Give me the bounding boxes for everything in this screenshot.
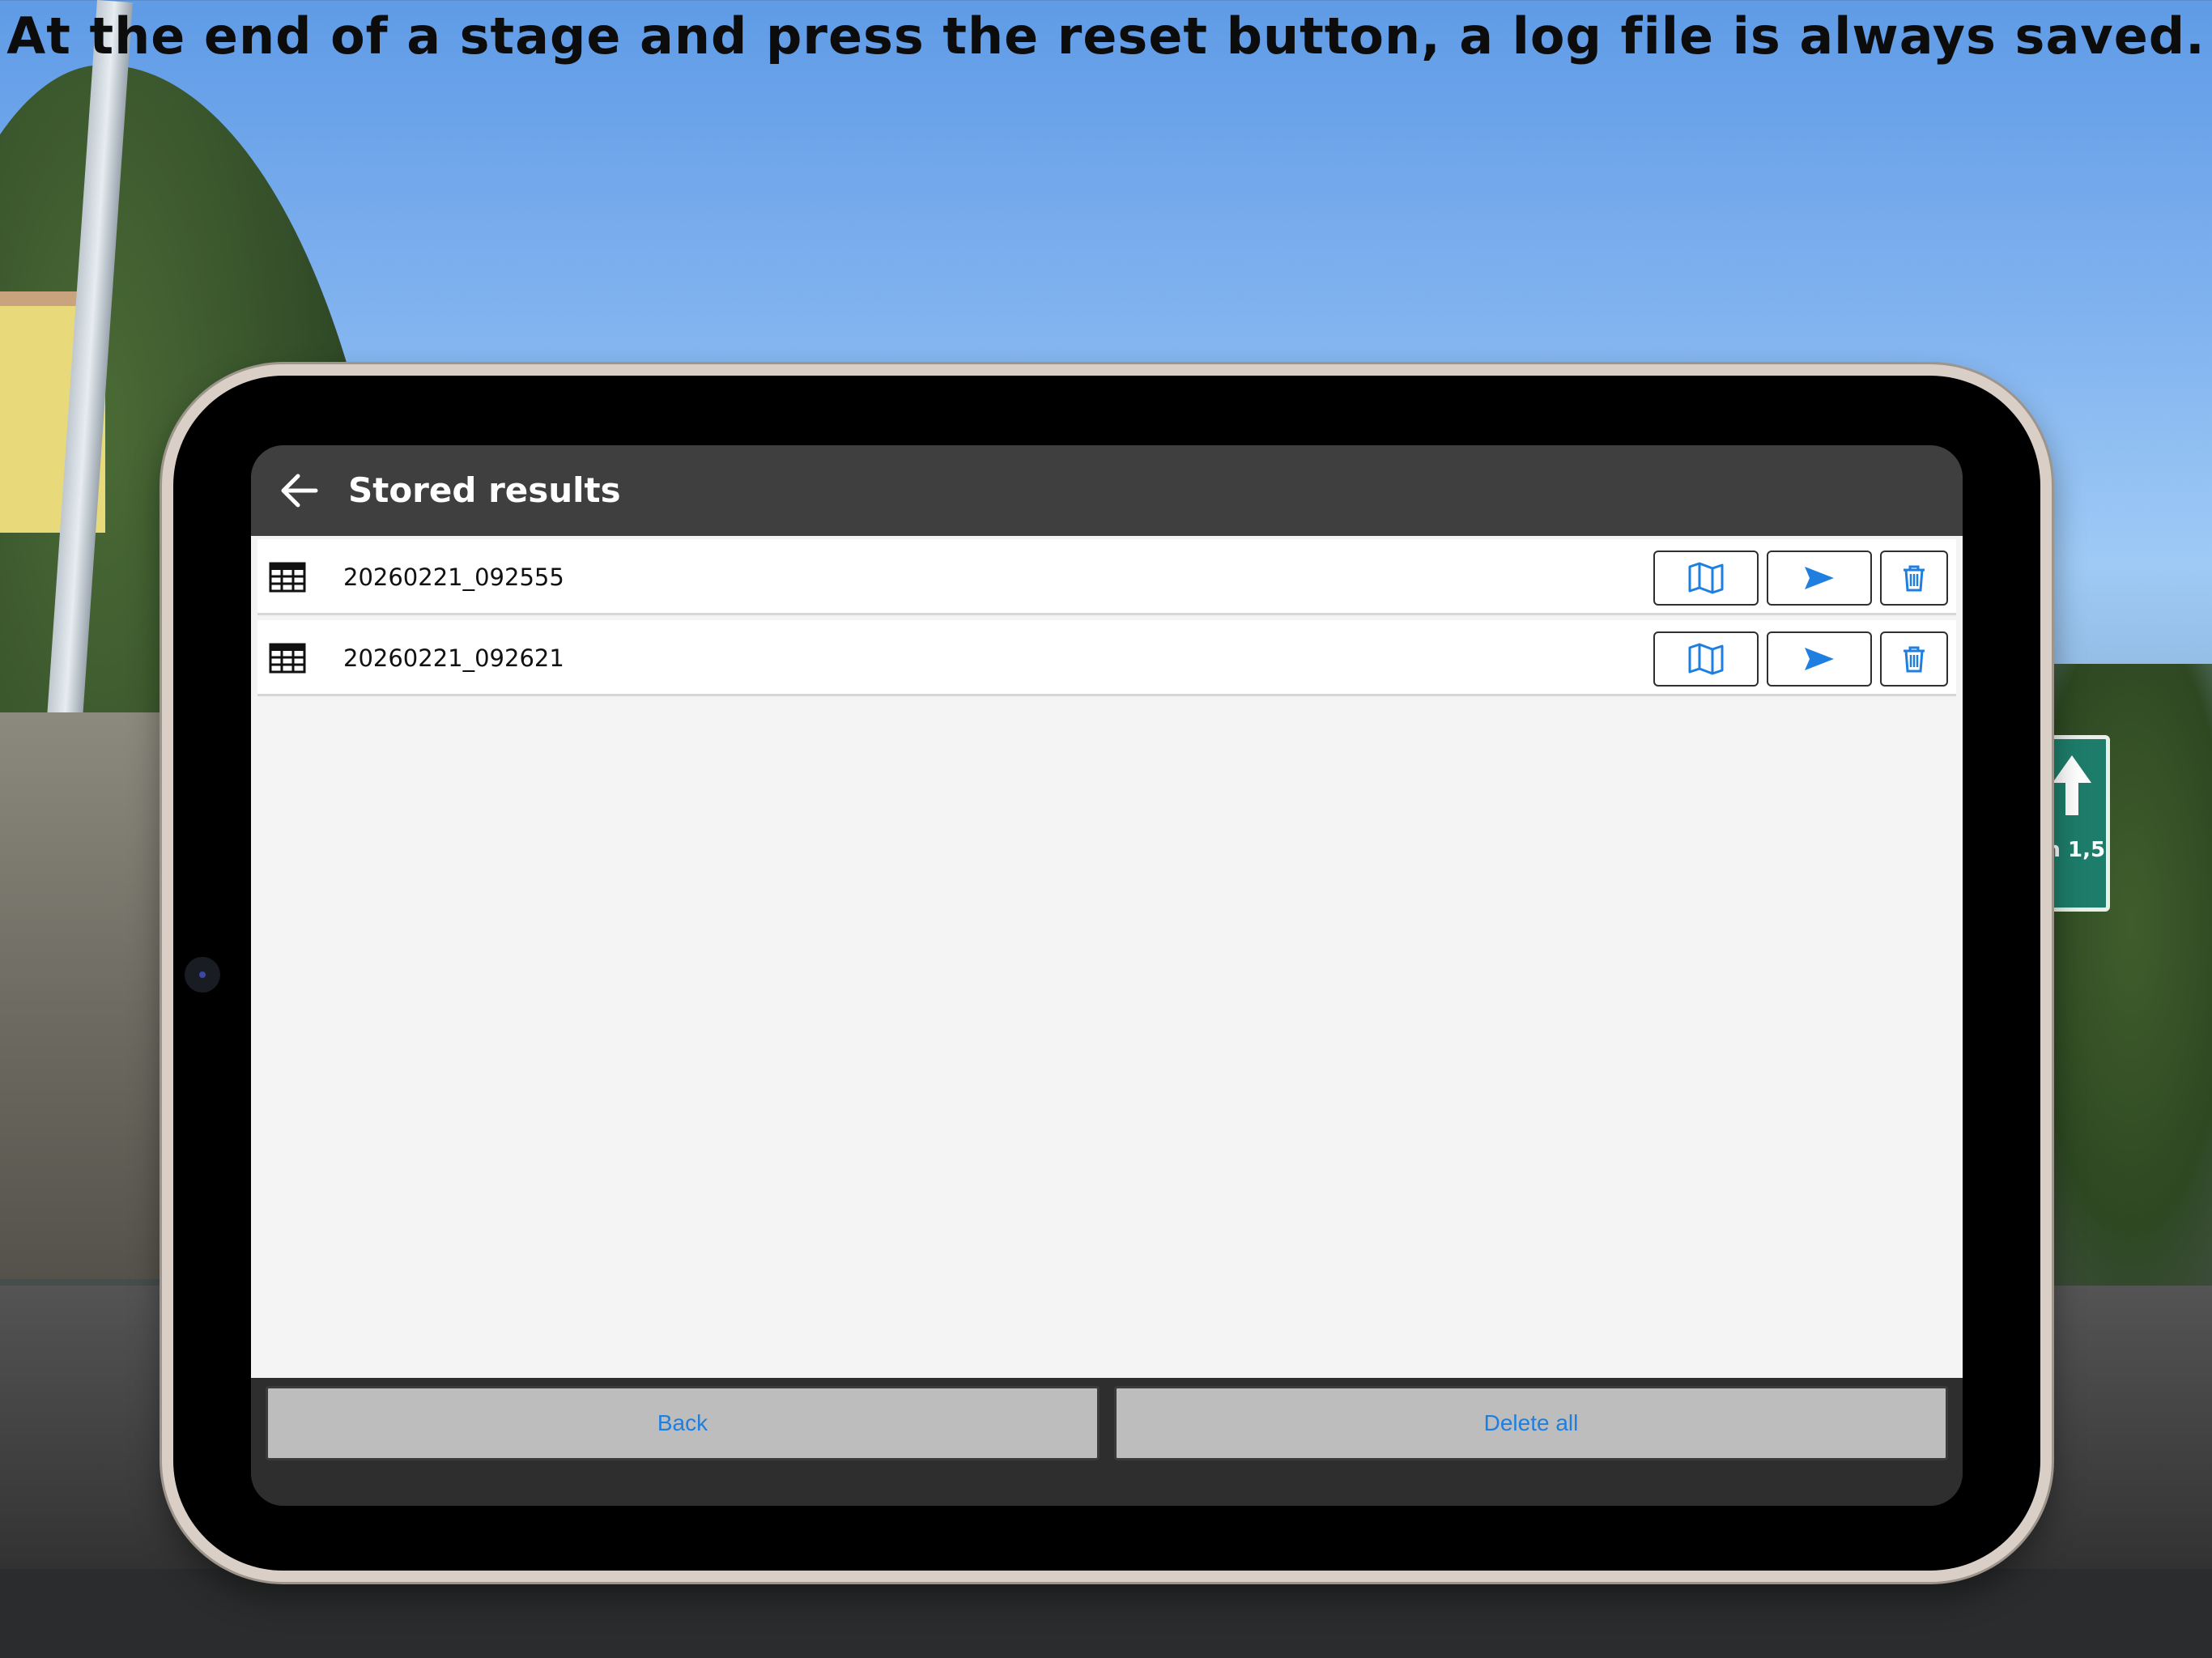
list-item[interactable]: 20260221_092621	[257, 620, 1956, 696]
app-bar: Stored results	[251, 445, 1963, 536]
table-grid-icon	[269, 643, 306, 674]
footer-bar: Back Delete all	[251, 1378, 1963, 1506]
delete-button[interactable]	[1880, 551, 1948, 606]
send-button[interactable]	[1767, 551, 1872, 606]
retaining-wall	[0, 712, 186, 1279]
trash-icon	[1904, 646, 1925, 673]
result-name: 20260221_092555	[343, 563, 564, 591]
map-button[interactable]	[1653, 631, 1759, 687]
arrow-left-icon[interactable]	[275, 466, 324, 515]
map-button[interactable]	[1653, 551, 1759, 606]
list-item[interactable]: 20260221_092555	[257, 539, 1956, 615]
delete-all-button[interactable]: Delete all	[1114, 1386, 1948, 1460]
send-icon	[1805, 567, 1834, 589]
trash-icon	[1904, 565, 1925, 592]
app-screen: Stored results 20260221_092555 20260221_…	[251, 445, 1963, 1506]
back-button[interactable]: Back	[266, 1386, 1100, 1460]
camera-icon	[185, 957, 220, 993]
send-icon	[1805, 648, 1834, 670]
send-button[interactable]	[1767, 631, 1872, 687]
delete-button[interactable]	[1880, 631, 1948, 687]
results-list: 20260221_092555 20260221_092621	[251, 536, 1963, 1378]
page-title: Stored results	[348, 470, 621, 510]
dashboard	[0, 1569, 2212, 1658]
up-arrow-icon	[2052, 755, 2091, 783]
table-grid-icon	[269, 562, 306, 593]
map-icon	[1688, 643, 1724, 675]
caption: At the end of a stage and press the rese…	[6, 6, 2206, 66]
result-name: 20260221_092621	[343, 644, 564, 672]
map-icon	[1688, 562, 1724, 594]
